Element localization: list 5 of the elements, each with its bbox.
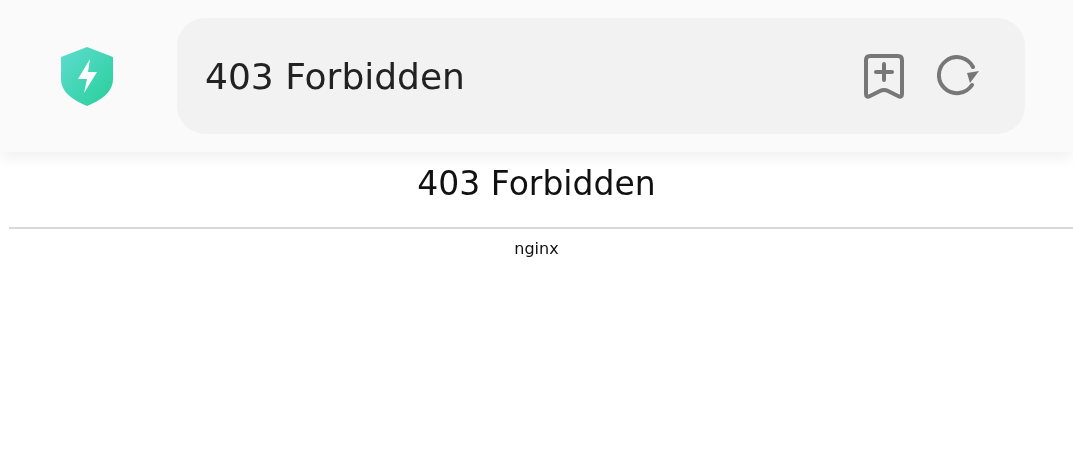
shield-icon [59, 45, 115, 107]
page-title: 403 Forbidden [205, 55, 466, 97]
address-bar[interactable]: 403 Forbidden [177, 18, 1025, 134]
page-heading: 403 Forbidden [416, 164, 657, 203]
server-name: nginx [513, 239, 560, 258]
